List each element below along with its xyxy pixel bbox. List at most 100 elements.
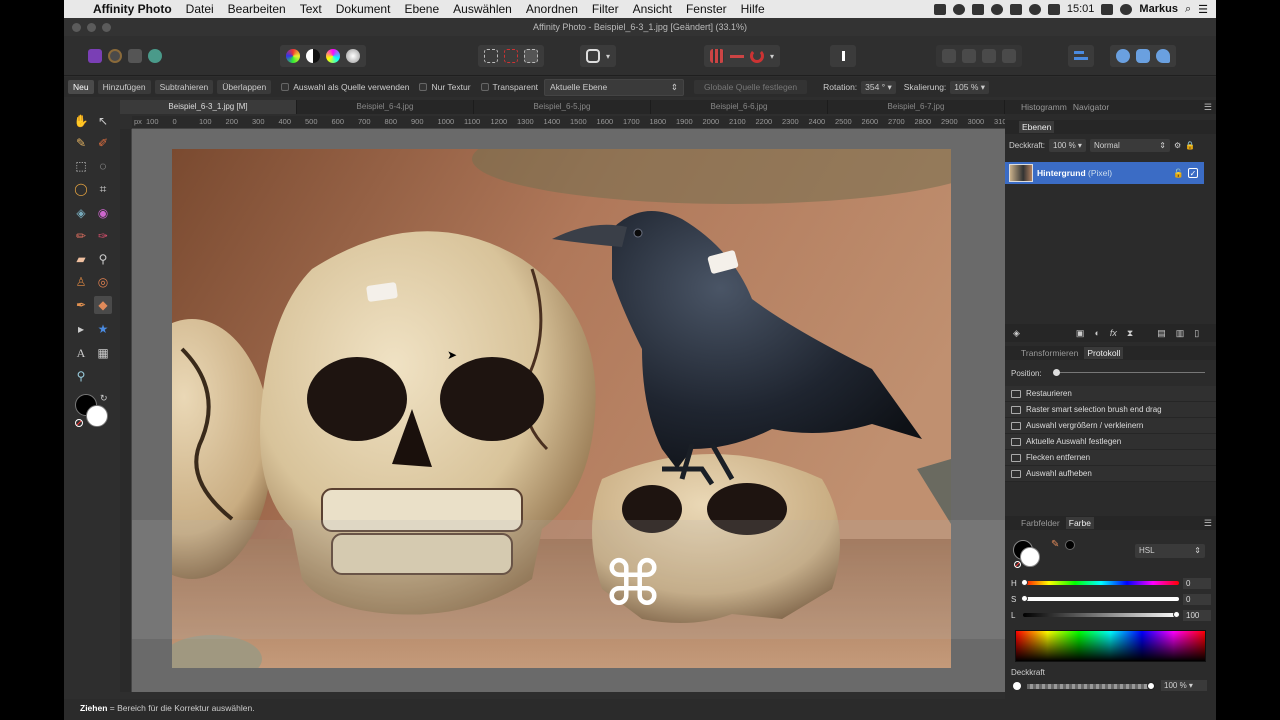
saturation-value[interactable]: 0 xyxy=(1183,593,1211,605)
command-icon[interactable] xyxy=(971,3,984,15)
history-item[interactable]: Restaurieren xyxy=(1005,386,1216,402)
shape-tool-icon[interactable]: ★ xyxy=(94,320,112,338)
position-slider-knob[interactable] xyxy=(1053,369,1060,376)
notification-center-icon[interactable]: ☰ xyxy=(1198,3,1208,16)
subtract-shapes-icon[interactable] xyxy=(1136,49,1150,63)
use-selection-checkbox[interactable] xyxy=(281,83,290,91)
tab-beispiel-6-3-1[interactable]: Beispiel_6-3_1.jpg [M] xyxy=(120,100,297,114)
mode-intersect-button[interactable]: Überlappen xyxy=(217,80,272,94)
secondary-color-swatch[interactable] xyxy=(86,405,108,427)
mesh-warp-icon[interactable]: ▦ xyxy=(94,344,112,362)
auto-white-balance-icon[interactable] xyxy=(346,49,360,63)
freehand-selection-icon[interactable]: ◯ xyxy=(72,180,90,198)
menu-filter[interactable]: Filter xyxy=(585,2,626,16)
red-eye-icon[interactable]: ◎ xyxy=(94,273,112,291)
gear-icon[interactable]: ⚙ xyxy=(1174,141,1181,150)
menu-hilfe[interactable]: Hilfe xyxy=(734,2,772,16)
picked-color-swatch[interactable] xyxy=(1065,540,1075,550)
folder-icon[interactable]: ▤ xyxy=(1157,328,1166,339)
move-front-icon[interactable] xyxy=(1002,49,1016,63)
layer-row-hintergrund[interactable]: Hintergrund (Pixel) 🔓 ✓ xyxy=(1005,162,1204,184)
lock-icon[interactable] xyxy=(1009,3,1022,15)
erase-brush-icon[interactable]: ▰ xyxy=(72,250,90,268)
trash-icon[interactable]: ▯ xyxy=(1194,328,1199,339)
color-stroke-swatch[interactable] xyxy=(1020,547,1040,567)
info-icon[interactable] xyxy=(990,3,1003,15)
hue-slider-knob[interactable] xyxy=(1021,579,1028,586)
develop-persona-icon[interactable] xyxy=(128,49,142,63)
crop-tool-icon[interactable]: ⌗ xyxy=(94,180,112,198)
mask-layer-icon[interactable]: ▣ xyxy=(1076,328,1085,339)
blend-mode-select[interactable]: Normal ⇕ xyxy=(1089,138,1170,152)
global-source-button[interactable]: Globale Quelle festlegen xyxy=(694,80,808,94)
display-icon[interactable] xyxy=(1101,3,1114,15)
layer-visibility-checkbox[interactable]: ✓ xyxy=(1188,168,1198,178)
texture-only-checkbox[interactable] xyxy=(419,83,428,91)
tab-navigator[interactable]: Navigator xyxy=(1073,102,1109,112)
add-shapes-icon[interactable] xyxy=(1116,49,1130,63)
export-persona-icon[interactable] xyxy=(148,49,162,63)
tab-beispiel-6-5[interactable]: Beispiel_6-5.jpg xyxy=(474,100,651,114)
tab-swatches[interactable]: Farbfelder xyxy=(1021,518,1060,528)
snapping-icon[interactable] xyxy=(710,49,724,63)
menu-auswaehlen[interactable]: Auswählen xyxy=(446,2,519,16)
move-back-icon[interactable] xyxy=(942,49,956,63)
align-icon[interactable] xyxy=(1074,49,1088,63)
chevron-down-icon[interactable]: ▾ xyxy=(606,52,610,61)
photo-persona-icon[interactable] xyxy=(88,49,102,63)
no-color-icon[interactable] xyxy=(75,419,83,427)
menu-datei[interactable]: Datei xyxy=(179,2,221,16)
panel-menu-icon[interactable]: ☰ xyxy=(1204,102,1212,113)
rectangular-marquee-icon[interactable]: ⬚ xyxy=(72,157,90,175)
tab-history[interactable]: Protokoll xyxy=(1084,347,1124,359)
saturation-slider[interactable] xyxy=(1023,597,1179,601)
tab-histogram[interactable]: Histogramm xyxy=(1021,102,1067,112)
color-opacity-slider[interactable] xyxy=(1027,684,1149,689)
menu-dokument[interactable]: Dokument xyxy=(329,2,398,16)
zoom-window-button[interactable] xyxy=(102,23,111,32)
color-opacity-field[interactable]: 100 % ▾ xyxy=(1161,680,1207,691)
deselect-icon[interactable] xyxy=(504,49,518,63)
lightness-value[interactable]: 100 xyxy=(1183,609,1211,621)
move-tool-icon[interactable]: ↖ xyxy=(94,112,112,130)
levels-icon[interactable] xyxy=(286,49,300,63)
color-replacement-icon[interactable]: ✑ xyxy=(94,227,112,245)
scale-field[interactable]: 105 % ▾ xyxy=(950,80,990,94)
transparent-checkbox[interactable] xyxy=(480,83,489,91)
menu-ansicht[interactable]: Ansicht xyxy=(626,2,679,16)
auto-contrast-icon[interactable] xyxy=(306,49,320,63)
menu-user[interactable]: Markus xyxy=(1139,3,1178,15)
menu-app-name[interactable]: Affinity Photo xyxy=(86,2,179,16)
color-opacity-knob[interactable] xyxy=(1147,682,1155,690)
adjustment-icon[interactable]: ◐ xyxy=(1094,328,1099,338)
close-window-button[interactable] xyxy=(72,23,81,32)
menu-clock[interactable]: 15:01 xyxy=(1067,3,1095,15)
auto-colors-icon[interactable] xyxy=(326,49,340,63)
elliptical-marquee-icon[interactable]: ◌ xyxy=(94,157,112,175)
paint-brush-icon[interactable]: ✏ xyxy=(72,227,90,245)
tab-beispiel-6-6[interactable]: Beispiel_6-6.jpg xyxy=(651,100,828,114)
menu-anordnen[interactable]: Anordnen xyxy=(519,2,585,16)
hourglass-icon[interactable]: ⧗ xyxy=(1127,328,1133,339)
tab-beispiel-6-4[interactable]: Beispiel_6-4.jpg xyxy=(297,100,474,114)
menu-bearbeiten[interactable]: Bearbeiten xyxy=(221,2,293,16)
history-item[interactable]: Aktuelle Auswahl festlegen xyxy=(1005,434,1216,450)
source-select[interactable]: Aktuelle Ebene ⇕ xyxy=(544,78,685,96)
chevron-down-icon[interactable]: ▾ xyxy=(770,52,774,61)
assistant-icon[interactable] xyxy=(836,49,850,63)
refine-brush-icon[interactable]: ✐ xyxy=(94,134,112,152)
menu-text[interactable]: Text xyxy=(293,2,329,16)
rotation-field[interactable]: 354 ° ▾ xyxy=(861,80,896,94)
select-all-icon[interactable] xyxy=(484,49,498,63)
zoom-tool-icon[interactable]: ⚲ xyxy=(72,367,90,385)
tab-layers[interactable]: Ebenen xyxy=(1019,121,1055,133)
gradient-tool-icon[interactable]: ◉ xyxy=(94,204,112,222)
force-pixel-icon[interactable] xyxy=(730,49,744,63)
move-forward-icon[interactable] xyxy=(982,49,996,63)
magnet-icon[interactable] xyxy=(750,49,764,63)
fx-icon[interactable]: fx xyxy=(1110,328,1117,338)
tab-beispiel-6-7[interactable]: Beispiel_6-7.jpg xyxy=(828,100,1005,114)
lightness-slider-knob[interactable] xyxy=(1173,611,1180,618)
hue-value[interactable]: 0 xyxy=(1183,577,1211,589)
hand-tool-icon[interactable]: ✋ xyxy=(72,112,90,130)
